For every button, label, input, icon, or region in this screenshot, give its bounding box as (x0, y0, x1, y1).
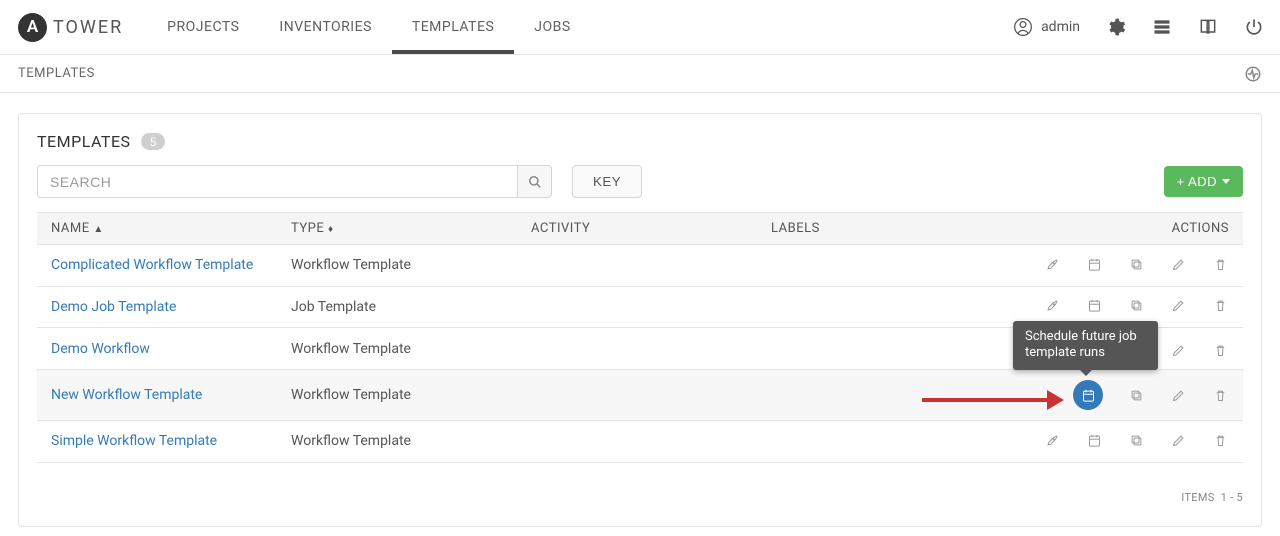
copy-icon[interactable] (1127, 255, 1145, 273)
copy-icon[interactable] (1127, 386, 1145, 404)
template-type: Workflow Template (277, 370, 517, 421)
delete-icon[interactable] (1211, 341, 1229, 359)
edit-icon[interactable] (1169, 255, 1187, 273)
col-name[interactable]: NAME ▲ (37, 213, 277, 245)
activity-stream-icon[interactable] (1244, 65, 1262, 83)
search-input[interactable] (37, 165, 517, 198)
delete-icon[interactable] (1211, 386, 1229, 404)
delete-icon[interactable] (1211, 431, 1229, 449)
settings-icon[interactable] (1106, 17, 1126, 37)
search-button[interactable] (517, 165, 552, 198)
template-link[interactable]: Simple Workflow Template (51, 433, 217, 449)
edit-icon[interactable] (1169, 431, 1187, 449)
inventory-icon[interactable] (1152, 17, 1172, 37)
user-name: admin (1041, 19, 1080, 35)
sort-icon: ♦ (328, 224, 334, 235)
power-icon[interactable] (1244, 17, 1264, 37)
delete-icon[interactable] (1211, 255, 1229, 273)
key-button[interactable]: KEY (572, 165, 642, 198)
schedule-tooltip: Schedule future job template runs (1013, 321, 1158, 370)
template-type: Workflow Template (277, 245, 517, 287)
template-link[interactable]: New Workflow Template (51, 387, 202, 403)
add-button[interactable]: + ADD (1164, 166, 1243, 197)
templates-panel: TEMPLATES 5 KEY + ADD NAME ▲ TYPE ♦ ACTI… (18, 113, 1262, 527)
edit-icon[interactable] (1169, 386, 1187, 404)
template-link[interactable]: Demo Workflow (51, 341, 150, 357)
template-link[interactable]: Demo Job Template (51, 299, 176, 315)
template-type: Workflow Template (277, 328, 517, 370)
launch-icon[interactable] (1043, 297, 1061, 315)
panel-title: TEMPLATES (37, 132, 131, 151)
schedule-icon[interactable] (1085, 297, 1103, 315)
nav-projects[interactable]: PROJECTS (147, 0, 259, 54)
brand[interactable]: A TOWER (18, 13, 123, 42)
schedule-icon[interactable] (1073, 380, 1103, 410)
template-type: Job Template (277, 286, 517, 328)
table-row: Complicated Workflow Template Workflow Te… (37, 245, 1243, 287)
breadcrumb: TEMPLATES (18, 66, 95, 81)
search-icon (528, 175, 542, 189)
docs-icon[interactable] (1198, 17, 1218, 37)
pagination-info: ITEMS 1 - 5 (37, 491, 1243, 504)
schedule-icon[interactable] (1085, 431, 1103, 449)
brand-logo-icon: A (18, 13, 47, 42)
copy-icon[interactable] (1127, 297, 1145, 315)
launch-icon[interactable] (1043, 255, 1061, 273)
sort-asc-icon: ▲ (93, 224, 103, 235)
table-row: Simple Workflow Template Workflow Templat… (37, 421, 1243, 463)
user-icon (1013, 17, 1033, 37)
brand-text: TOWER (53, 17, 123, 38)
col-actions: ACTIONS (957, 213, 1243, 245)
user-menu[interactable]: admin (1013, 17, 1080, 37)
col-labels: LABELS (757, 213, 957, 245)
chevron-down-icon (1222, 179, 1230, 184)
template-link[interactable]: Complicated Workflow Template (51, 257, 253, 273)
schedule-icon[interactable] (1085, 255, 1103, 273)
nav-jobs[interactable]: JOBS (514, 0, 590, 54)
col-type[interactable]: TYPE ♦ (277, 213, 517, 245)
table-row: New Workflow Template Workflow Template (37, 370, 1243, 421)
nav-templates[interactable]: TEMPLATES (392, 0, 514, 54)
count-badge: 5 (141, 133, 166, 150)
main-nav: PROJECTS INVENTORIES TEMPLATES JOBS (147, 0, 591, 54)
edit-icon[interactable] (1169, 297, 1187, 315)
nav-inventories[interactable]: INVENTORIES (259, 0, 391, 54)
delete-icon[interactable] (1211, 297, 1229, 315)
launch-icon[interactable] (1043, 431, 1061, 449)
copy-icon[interactable] (1127, 431, 1145, 449)
template-type: Workflow Template (277, 421, 517, 463)
col-activity: ACTIVITY (517, 213, 757, 245)
edit-icon[interactable] (1169, 341, 1187, 359)
